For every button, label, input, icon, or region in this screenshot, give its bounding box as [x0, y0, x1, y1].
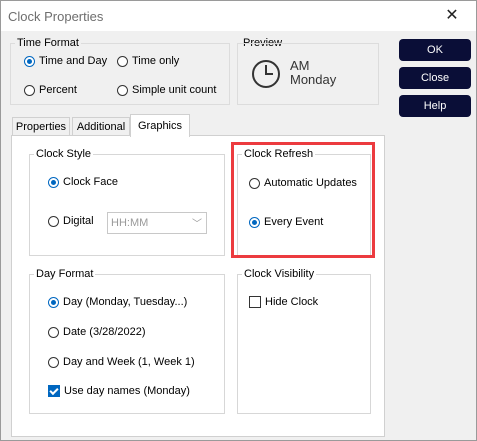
clock-style-group: Clock Style — [29, 148, 225, 256]
checkbox-label: Hide Clock — [265, 296, 319, 308]
radio-label: Percent — [39, 84, 77, 96]
dialog-client: Time Format Time and Day Time only Perce… — [1, 31, 476, 440]
radio-icon — [48, 356, 59, 368]
clock-style-legend: Clock Style — [36, 148, 92, 160]
window-title: Clock Properties — [8, 9, 104, 24]
radio-time-only[interactable]: Time only — [117, 55, 179, 67]
radio-icon — [48, 215, 59, 227]
preview-ampm: AM — [290, 58, 310, 73]
ok-button[interactable]: OK — [399, 39, 471, 61]
clock-visibility-legend: Clock Visibility — [244, 268, 315, 280]
radio-label: Time only — [132, 55, 180, 67]
radio-date[interactable]: Date (3/28/2022) — [48, 326, 146, 338]
radio-clock-face[interactable]: Clock Face — [48, 176, 118, 188]
preview-text: AM Monday — [290, 59, 336, 87]
use-day-names-checkbox[interactable]: Use day names (Monday) — [48, 385, 190, 397]
highlight-box — [231, 142, 375, 258]
radio-label: Time and Day — [39, 55, 108, 67]
radio-label: Clock Face — [63, 176, 119, 188]
radio-label: Day and Week (1, Week 1) — [63, 356, 195, 368]
radio-selected-icon — [24, 55, 35, 67]
radio-percent[interactable]: Percent — [24, 84, 77, 96]
hide-clock-checkbox[interactable]: Hide Clock — [249, 296, 318, 308]
radio-selected-icon — [48, 296, 59, 308]
tab-additional[interactable]: Additional — [72, 117, 130, 136]
radio-selected-icon — [48, 176, 59, 188]
checkbox-icon — [249, 296, 261, 308]
tab-graphics[interactable]: Graphics — [130, 114, 190, 137]
close-icon[interactable]: ✕ — [432, 4, 472, 28]
radio-time-and-day[interactable]: Time and Day — [24, 55, 107, 67]
checkbox-label: Use day names (Monday) — [64, 385, 190, 397]
day-format-legend: Day Format — [36, 268, 94, 280]
radio-icon — [48, 326, 59, 338]
radio-day-names[interactable]: Day (Monday, Tuesday...) — [48, 296, 187, 308]
digital-format-select[interactable]: HH:MM ﹀ — [107, 212, 207, 234]
clock-visibility-group: Clock Visibility — [237, 268, 371, 414]
time-format-legend: Time Format — [17, 37, 79, 49]
radio-icon — [24, 84, 35, 96]
help-button[interactable]: Help — [399, 95, 471, 117]
radio-day-and-week[interactable]: Day and Week (1, Week 1) — [48, 356, 195, 368]
dialog-window: Clock Properties ✕ Time Format Time and … — [0, 0, 477, 441]
radio-label: Simple unit count — [132, 84, 217, 96]
checkbox-checked-icon — [48, 385, 60, 397]
tab-properties[interactable]: Properties — [12, 117, 70, 136]
close-button[interactable]: Close — [399, 67, 471, 89]
radio-label: Date (3/28/2022) — [63, 326, 146, 338]
radio-label: Digital — [63, 215, 94, 227]
radio-label: Day (Monday, Tuesday...) — [63, 296, 188, 308]
title-bar: Clock Properties ✕ — [1, 1, 476, 31]
radio-icon — [117, 55, 128, 67]
radio-icon — [117, 84, 128, 96]
preview-box: AM Monday — [237, 43, 379, 105]
chevron-down-icon: ﹀ — [192, 219, 202, 230]
clock-face-icon — [252, 60, 280, 88]
radio-simple-unit-count[interactable]: Simple unit count — [117, 84, 216, 96]
preview-day: Monday — [290, 72, 337, 87]
radio-digital[interactable]: Digital — [48, 215, 94, 227]
digital-format-value: HH:MM — [111, 217, 149, 229]
